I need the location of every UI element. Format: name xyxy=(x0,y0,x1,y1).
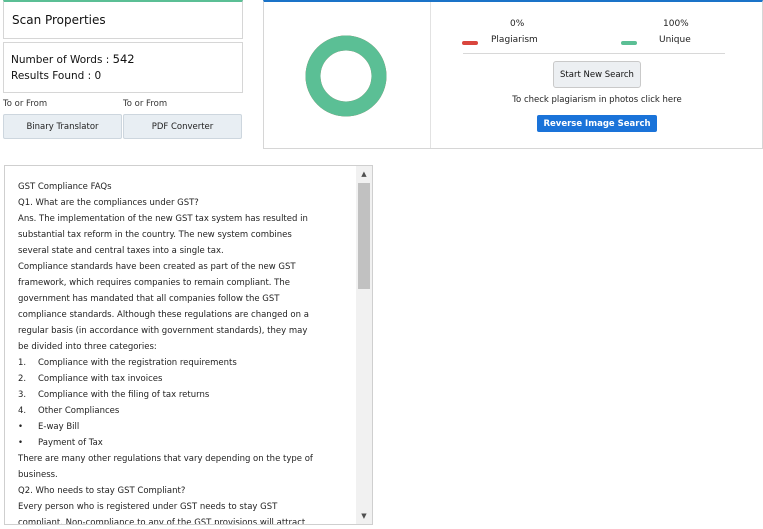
line-text: Q1. What are the compliances under GST? xyxy=(18,198,199,208)
document-line: GST Compliance FAQs xyxy=(18,179,353,195)
line-text: Ans. The implementation of the new GST t… xyxy=(18,214,308,224)
line-text: regular basis (in accordance with govern… xyxy=(18,326,308,336)
document-line: several state and central taxes into a s… xyxy=(18,243,353,259)
line-text: Every person who is registered under GST… xyxy=(18,502,278,512)
word-count-value: 542 xyxy=(112,52,135,66)
line-text: Compliance with the registration require… xyxy=(38,358,237,368)
list-marker: 1. xyxy=(18,358,27,368)
list-marker: 3. xyxy=(18,390,27,400)
line-text: E-way Bill xyxy=(38,422,80,432)
list-marker: • xyxy=(18,438,24,448)
document-list-item: • Payment of Tax xyxy=(18,435,353,451)
results-found: Results Found : 0 xyxy=(11,70,101,82)
document-line: substantial tax reform in the country. T… xyxy=(18,227,353,243)
vertical-scrollbar[interactable]: ▲ ▼ xyxy=(356,166,372,524)
line-text: Other Compliances xyxy=(38,406,120,416)
line-text: substantial tax reform in the country. T… xyxy=(18,230,292,240)
document-list-item: 3. Compliance with the filing of tax retu… xyxy=(18,387,353,403)
line-text: Compliance standards have been created a… xyxy=(18,262,296,272)
results-found-label: Results Found : xyxy=(11,70,95,82)
scroll-up-arrow-icon[interactable]: ▲ xyxy=(356,166,372,182)
reverse-image-search-button[interactable]: Reverse Image Search xyxy=(537,115,657,132)
document-line: Q1. What are the compliances under GST? xyxy=(18,195,353,211)
document-line: Every person who is registered under GST… xyxy=(18,499,353,515)
document-line: Compliance standards have been created a… xyxy=(18,259,353,275)
line-text: Payment of Tax xyxy=(38,438,103,448)
unique-legend-swatch xyxy=(621,41,637,45)
word-count: Number of Words : 542 xyxy=(11,52,135,66)
results-panel: 0% 100% Plagiarism Unique Start New Sear… xyxy=(263,0,763,149)
list-marker: 2. xyxy=(18,374,27,384)
pdf-converter-button[interactable]: PDF Converter xyxy=(123,114,242,139)
line-text: There are many other regulations that va… xyxy=(18,454,313,464)
document-line: framework, which requires companies to r… xyxy=(18,275,353,291)
document-list-item: 1. Compliance with the registration requi… xyxy=(18,355,353,371)
line-text: Compliance with tax invoices xyxy=(38,374,163,384)
line-text: framework, which requires companies to r… xyxy=(18,278,290,288)
photo-check-text: To check plagiarism in photos click here xyxy=(512,95,682,105)
panel-divider xyxy=(430,2,431,148)
unique-percent: 100% xyxy=(663,19,689,29)
donut-unique-segment xyxy=(305,35,387,117)
line-text: GST Compliance FAQs xyxy=(18,182,112,192)
plagiarism-percent: 0% xyxy=(510,19,525,29)
line-text: compliant. Non-compliance to any of the … xyxy=(18,518,306,525)
line-text: compliance standards. Although these reg… xyxy=(18,310,309,320)
results-found-value: 0 xyxy=(94,70,102,82)
document-line: There are many other regulations that va… xyxy=(18,451,353,467)
list-marker: • xyxy=(18,422,24,432)
list-marker: 4. xyxy=(18,406,27,416)
start-new-search-button[interactable]: Start New Search xyxy=(553,61,641,88)
document-line: business. xyxy=(18,467,353,483)
document-line: compliant. Non-compliance to any of the … xyxy=(18,515,353,525)
plagiarism-legend-label: Plagiarism xyxy=(491,35,538,45)
document-list-item: 2. Compliance with tax invoices xyxy=(18,371,353,387)
scroll-down-arrow-icon[interactable]: ▼ xyxy=(356,508,372,524)
line-text: business. xyxy=(18,470,58,480)
document-line: compliance standards. Although these reg… xyxy=(18,307,353,323)
binary-translator-caption: To or From xyxy=(3,99,48,109)
document-list-item: • E-way Bill xyxy=(18,419,353,435)
scan-stats-box: Number of Words : 542 Results Found : 0 xyxy=(3,42,243,93)
scroll-thumb[interactable] xyxy=(358,183,370,289)
line-text: Q2. Who needs to stay GST Compliant? xyxy=(18,486,186,496)
legend-divider xyxy=(463,53,725,54)
plagiarism-legend-swatch xyxy=(462,41,478,45)
line-text: Compliance with the filing of tax return… xyxy=(38,390,210,400)
document-line: be divided into three categories: xyxy=(18,339,353,355)
scan-properties-title: Scan Properties xyxy=(12,13,106,27)
document-list-item: 4. Other Compliances xyxy=(18,403,353,419)
document-line: Ans. The implementation of the new GST t… xyxy=(18,211,353,227)
line-text: government has mandated that all compani… xyxy=(18,294,280,304)
binary-translator-button[interactable]: Binary Translator xyxy=(3,114,122,139)
line-text: be divided into three categories: xyxy=(18,342,157,352)
document-line: government has mandated that all compani… xyxy=(18,291,353,307)
document-text-box[interactable]: GST Compliance FAQs Q1. What are the comp… xyxy=(4,165,373,525)
line-text: several state and central taxes into a s… xyxy=(18,246,224,256)
document-line: Q2. Who needs to stay GST Compliant? xyxy=(18,483,353,499)
document-text: GST Compliance FAQs Q1. What are the comp… xyxy=(18,179,353,525)
pdf-converter-caption: To or From xyxy=(123,99,168,109)
plagiarism-donut-chart xyxy=(305,35,387,117)
word-count-label: Number of Words : xyxy=(11,54,113,66)
document-line: regular basis (in accordance with govern… xyxy=(18,323,353,339)
scan-properties-header: Scan Properties xyxy=(3,0,243,39)
unique-legend-label: Unique xyxy=(659,35,691,45)
